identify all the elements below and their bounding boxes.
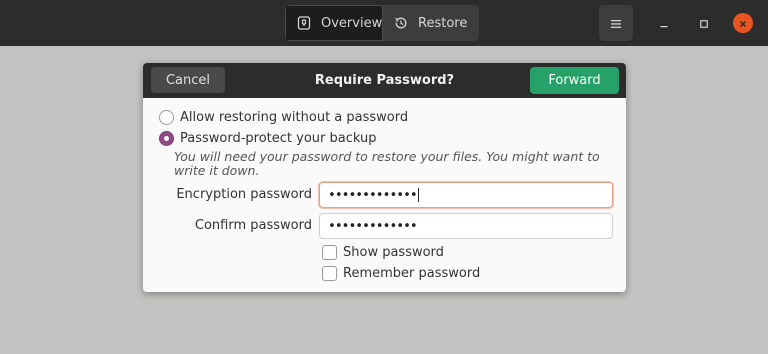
encryption-password-input[interactable]: ••••••••••••• bbox=[319, 182, 613, 208]
tab-restore-label: Restore bbox=[418, 15, 468, 31]
dialog-header: Cancel Require Password? Forward bbox=[143, 63, 626, 98]
text-caret bbox=[417, 188, 419, 202]
close-button[interactable] bbox=[733, 13, 753, 33]
minimize-icon bbox=[659, 14, 669, 33]
radio-no-password-indicator[interactable] bbox=[159, 109, 174, 125]
radio-password-protect[interactable]: Password-protect your backup bbox=[159, 129, 377, 147]
minimize-button[interactable] bbox=[654, 13, 674, 33]
radio-no-password[interactable]: Allow restoring without a password bbox=[159, 108, 408, 126]
view-switcher: Overview Restore bbox=[285, 5, 479, 41]
radio-password-protect-label: Password-protect your backup bbox=[180, 130, 377, 146]
history-icon bbox=[393, 15, 409, 31]
confirm-password-value: ••••••••••••• bbox=[328, 218, 418, 234]
radio-password-protect-indicator[interactable] bbox=[159, 130, 174, 146]
maximize-button[interactable] bbox=[694, 13, 714, 33]
tab-overview-label: Overview bbox=[321, 15, 383, 31]
remember-password-label: Remember password bbox=[343, 265, 481, 281]
tab-restore[interactable]: Restore bbox=[383, 5, 479, 41]
require-password-dialog: Cancel Require Password? Forward Allow r… bbox=[143, 63, 626, 292]
confirm-password-label: Confirm password bbox=[194, 218, 312, 233]
app-window: Overview Restore Cancel Require Password… bbox=[0, 0, 768, 354]
show-password-checkbox-row[interactable]: Show password bbox=[322, 243, 444, 261]
confirm-password-input[interactable]: ••••••••••••• bbox=[319, 213, 613, 239]
headerbar: Overview Restore bbox=[0, 0, 768, 46]
remember-password-checkbox[interactable] bbox=[322, 265, 337, 281]
backup-icon bbox=[296, 15, 312, 31]
close-icon bbox=[738, 14, 748, 33]
show-password-checkbox[interactable] bbox=[322, 244, 337, 260]
radio-no-password-label: Allow restoring without a password bbox=[180, 109, 409, 125]
cancel-button[interactable]: Cancel bbox=[151, 67, 225, 93]
main-menu-button[interactable] bbox=[599, 5, 633, 41]
remember-password-checkbox-row[interactable]: Remember password bbox=[322, 264, 480, 282]
encryption-password-label: Encryption password bbox=[176, 187, 312, 202]
maximize-icon bbox=[699, 14, 709, 33]
password-hint: You will need your password to restore y… bbox=[174, 149, 600, 178]
encryption-password-value: ••••••••••••• bbox=[328, 187, 418, 203]
tab-overview[interactable]: Overview bbox=[285, 5, 383, 41]
hamburger-icon bbox=[610, 14, 622, 33]
show-password-label: Show password bbox=[343, 244, 444, 260]
forward-button[interactable]: Forward bbox=[530, 67, 619, 94]
